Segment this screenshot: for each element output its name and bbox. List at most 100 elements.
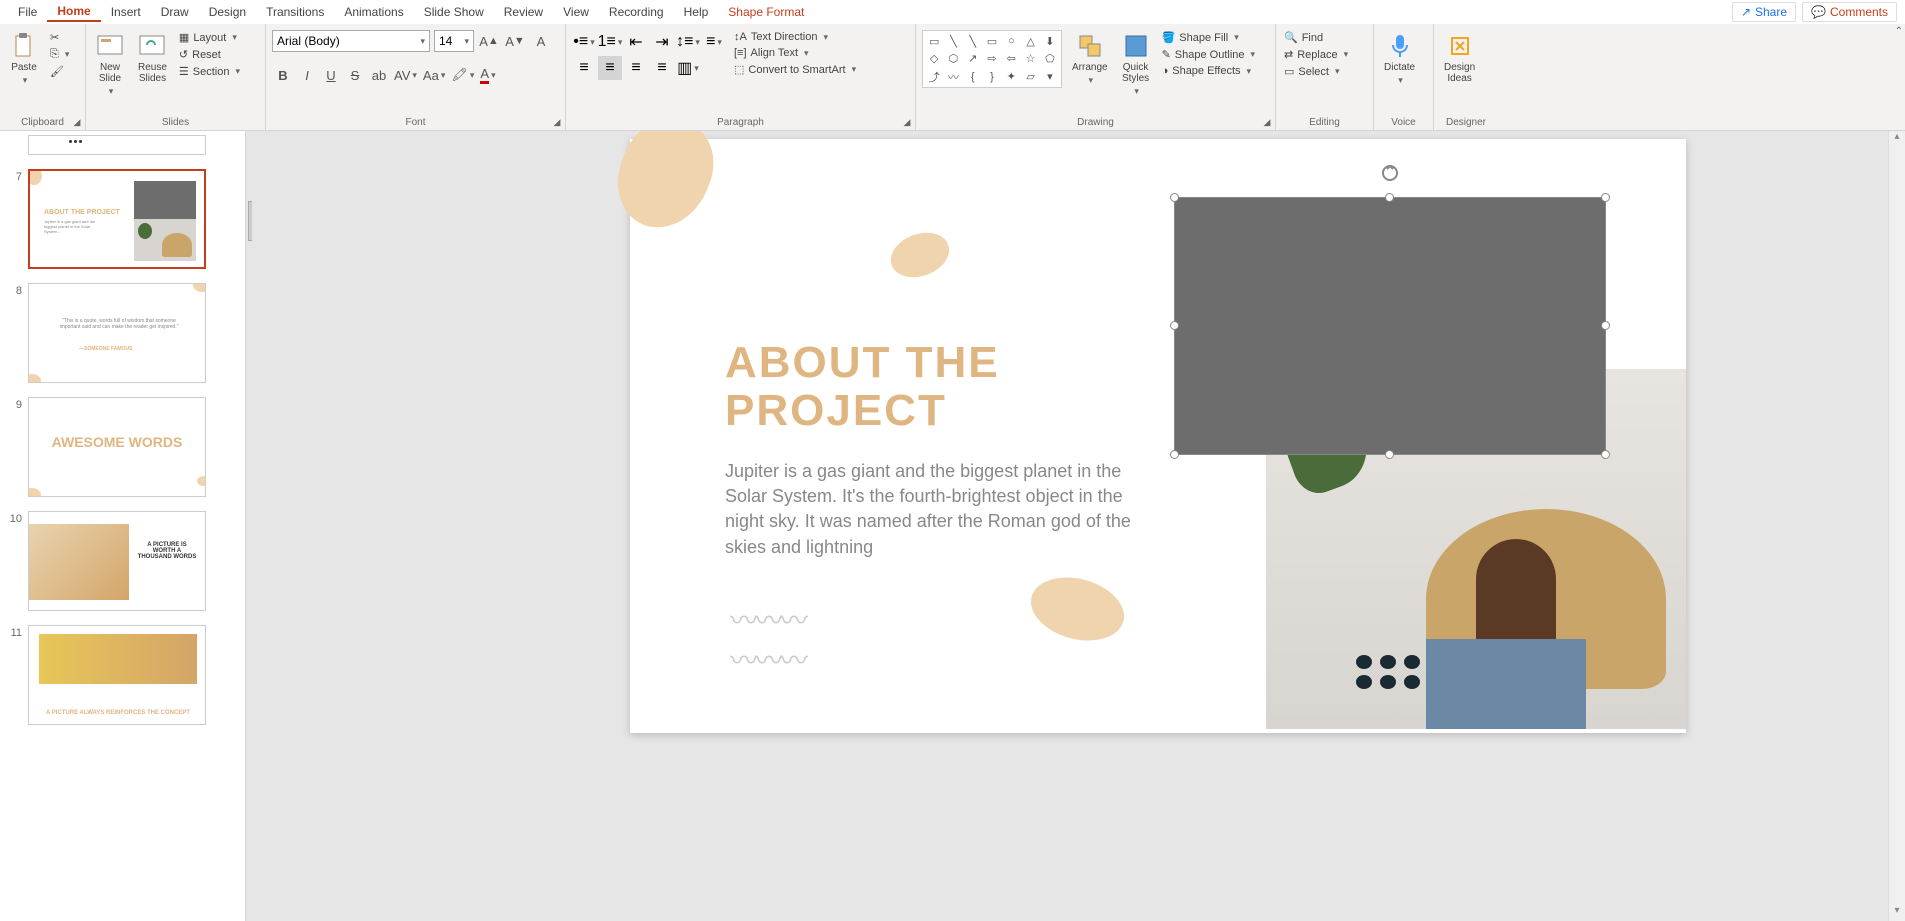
resize-handle-e[interactable] bbox=[1601, 321, 1610, 330]
font-color-button[interactable]: A▾ bbox=[478, 64, 497, 86]
bold-button[interactable]: B bbox=[272, 64, 294, 86]
resize-handle-n[interactable] bbox=[1385, 193, 1394, 202]
dictate-button[interactable]: Dictate▾ bbox=[1380, 30, 1419, 88]
strikethrough-button[interactable]: S bbox=[344, 64, 366, 86]
line-spacing-button[interactable]: ↕≡▾ bbox=[676, 30, 700, 54]
share-button[interactable]: ↗Share bbox=[1732, 2, 1796, 22]
justify-button[interactable]: ≡ bbox=[650, 56, 674, 80]
slide-body-text[interactable]: Jupiter is a gas giant and the biggest p… bbox=[725, 459, 1135, 560]
paragraph-dialog-launcher[interactable]: ◢ bbox=[901, 116, 913, 128]
drawing-group-label: Drawing bbox=[922, 115, 1269, 130]
italic-button[interactable]: I bbox=[296, 64, 318, 86]
slide-canvas-area[interactable]: 〰〰〰〰〰〰 ABOUT THEPROJECT Jupiter is a gas… bbox=[252, 131, 1905, 921]
smartart-icon: ⬚ bbox=[734, 63, 744, 76]
comments-button[interactable]: 💬Comments bbox=[1802, 2, 1897, 22]
ribbon-group-designer: Design Ideas Designer bbox=[1434, 24, 1498, 130]
font-dialog-launcher[interactable]: ◢ bbox=[551, 116, 563, 128]
resize-handle-se[interactable] bbox=[1601, 450, 1610, 459]
clear-formatting-button[interactable]: A bbox=[530, 30, 552, 52]
selected-shape-rectangle[interactable] bbox=[1174, 197, 1606, 455]
decrease-indent-button[interactable]: ⇤ bbox=[624, 30, 648, 54]
voice-group-label: Voice bbox=[1380, 115, 1427, 130]
arrange-icon bbox=[1076, 32, 1104, 60]
shadow-button[interactable]: ab bbox=[368, 64, 390, 86]
columns-button[interactable]: ▥▾ bbox=[676, 56, 700, 80]
char-spacing-button[interactable]: AV▾ bbox=[392, 64, 419, 86]
slide-thumbnail-8[interactable]: "This is a quote, words full of wisdom t… bbox=[28, 283, 206, 383]
replace-button[interactable]: ⇄Replace▾ bbox=[1282, 47, 1350, 62]
thumb-num-11: 11 bbox=[8, 625, 22, 639]
text-direction-button[interactable]: ↕AText Direction▾ bbox=[732, 30, 858, 44]
design-ideas-button[interactable]: Design Ideas bbox=[1440, 30, 1479, 86]
vertical-scrollbar[interactable]: ▴ ▾ bbox=[1888, 131, 1905, 921]
resize-handle-s[interactable] bbox=[1385, 450, 1394, 459]
font-size-combo[interactable]: 14▾ bbox=[434, 30, 474, 52]
menu-home[interactable]: Home bbox=[47, 2, 100, 22]
menu-insert[interactable]: Insert bbox=[101, 3, 151, 21]
increase-font-button[interactable]: A▲ bbox=[478, 30, 500, 52]
slide-thumbnail-10[interactable]: A PICTURE IS WORTH A THOUSAND WORDS bbox=[28, 511, 206, 611]
cut-button[interactable]: ✂ bbox=[48, 30, 71, 45]
quick-styles-button[interactable]: Quick Styles▾ bbox=[1118, 30, 1154, 99]
resize-handle-ne[interactable] bbox=[1601, 193, 1610, 202]
menu-review[interactable]: Review bbox=[494, 3, 553, 21]
menu-recording[interactable]: Recording bbox=[599, 3, 674, 21]
highlight-button[interactable]: 🖍▾ bbox=[449, 64, 476, 86]
list-level-button[interactable]: ≡▾ bbox=[702, 30, 726, 54]
resize-handle-nw[interactable] bbox=[1170, 193, 1179, 202]
shape-fill-button[interactable]: 🪣Shape Fill▾ bbox=[1160, 30, 1257, 45]
decrease-font-button[interactable]: A▼ bbox=[504, 30, 526, 52]
slide-title[interactable]: ABOUT THEPROJECT bbox=[725, 339, 1000, 436]
resize-handle-w[interactable] bbox=[1170, 321, 1179, 330]
menu-draw[interactable]: Draw bbox=[151, 3, 199, 21]
clipboard-dialog-launcher[interactable]: ◢ bbox=[71, 116, 83, 128]
text-direction-icon: ↕A bbox=[734, 31, 747, 43]
menu-design[interactable]: Design bbox=[199, 3, 256, 21]
new-slide-button[interactable]: New Slide ▾ bbox=[92, 30, 128, 99]
slide-thumbnail-partial[interactable] bbox=[28, 135, 206, 155]
menu-file[interactable]: File bbox=[8, 3, 47, 21]
format-painter-button[interactable]: 🖌 bbox=[48, 64, 71, 79]
bullets-button[interactable]: •≡▾ bbox=[572, 30, 596, 54]
increase-indent-button[interactable]: ⇥ bbox=[650, 30, 674, 54]
menu-help[interactable]: Help bbox=[674, 3, 719, 21]
font-name-combo[interactable]: Arial (Body)▾ bbox=[272, 30, 430, 52]
resize-handle-sw[interactable] bbox=[1170, 450, 1179, 459]
align-text-button[interactable]: [≡]Align Text▾ bbox=[732, 46, 858, 60]
convert-smartart-button[interactable]: ⬚Convert to SmartArt▾ bbox=[732, 62, 858, 77]
paste-button[interactable]: Paste ▾ bbox=[6, 30, 42, 88]
share-icon: ↗ bbox=[1741, 5, 1751, 19]
layout-button[interactable]: ▦Layout▾ bbox=[177, 30, 242, 45]
rotate-handle[interactable] bbox=[1381, 164, 1399, 182]
slide-thumbnail-11[interactable]: A PICTURE ALWAYS REINFORCES THE CONCEPT bbox=[28, 625, 206, 725]
slide-thumbnail-9[interactable]: AWESOME WORDS bbox=[28, 397, 206, 497]
slide-thumbnail-7[interactable]: ABOUT THE PROJECT Jupiter is a gas giant… bbox=[28, 169, 206, 269]
chevron-down-icon: ▾ bbox=[23, 75, 28, 86]
arrange-button[interactable]: Arrange▾ bbox=[1068, 30, 1112, 88]
section-button[interactable]: ☰Section▾ bbox=[177, 64, 242, 79]
menu-animations[interactable]: Animations bbox=[334, 3, 413, 21]
thumbnail-panel[interactable]: 7 ABOUT THE PROJECT Jupiter is a gas gia… bbox=[0, 131, 246, 921]
ribbon-group-font: Arial (Body)▾ 14▾ A▲ A▼ A B I U S ab AV▾… bbox=[266, 24, 566, 130]
change-case-button[interactable]: Aa▾ bbox=[421, 64, 447, 86]
find-button[interactable]: 🔍Find bbox=[1282, 30, 1350, 45]
menu-transitions[interactable]: Transitions bbox=[256, 3, 334, 21]
underline-button[interactable]: U bbox=[320, 64, 342, 86]
shape-effects-button[interactable]: ◑Shape Effects▾ bbox=[1160, 64, 1257, 78]
shapes-gallery[interactable]: ▭╲╲▭○△⬇ ◇⬡↗⇨⇦☆⬠ ⤴〰{}✦▱▾ bbox=[922, 30, 1062, 88]
copy-button[interactable]: ⎘▾ bbox=[48, 47, 71, 62]
select-button[interactable]: ▭Select▾ bbox=[1282, 64, 1350, 79]
align-left-button[interactable]: ≡ bbox=[572, 56, 596, 80]
menu-slideshow[interactable]: Slide Show bbox=[414, 3, 494, 21]
menu-shape-format[interactable]: Shape Format bbox=[718, 3, 814, 21]
slide-editor[interactable]: 〰〰〰〰〰〰 ABOUT THEPROJECT Jupiter is a gas… bbox=[630, 139, 1686, 733]
menu-view[interactable]: View bbox=[553, 3, 599, 21]
shape-outline-button[interactable]: ✎Shape Outline▾ bbox=[1160, 47, 1257, 62]
align-center-button[interactable]: ≡ bbox=[598, 56, 622, 80]
reset-button[interactable]: ↺Reset bbox=[177, 47, 242, 62]
drawing-dialog-launcher[interactable]: ◢ bbox=[1261, 116, 1273, 128]
numbering-button[interactable]: 1≡▾ bbox=[598, 30, 622, 54]
align-right-button[interactable]: ≡ bbox=[624, 56, 648, 80]
ribbon-collapse-button[interactable]: ⌃ bbox=[1895, 26, 1903, 37]
reuse-slides-button[interactable]: Reuse Slides bbox=[134, 30, 171, 86]
